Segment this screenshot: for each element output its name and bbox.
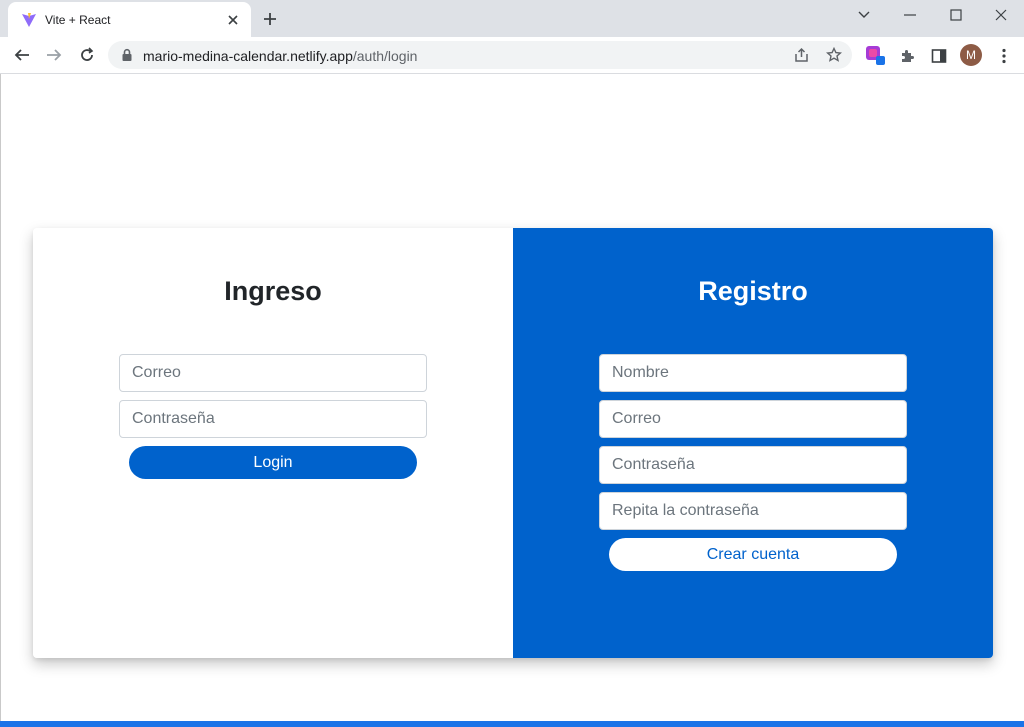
vite-logo-icon (22, 13, 36, 27)
login-button[interactable]: Login (129, 446, 417, 479)
register-panel: Registro Crear cuenta (513, 228, 993, 658)
tab-title: Vite + React (45, 13, 111, 27)
lock-icon[interactable] (120, 48, 134, 62)
tab-close-icon[interactable] (223, 10, 243, 30)
reload-icon[interactable] (73, 41, 101, 69)
taskbar-edge (0, 721, 1024, 727)
address-bar[interactable]: mario-medina-calendar.netlify.app/auth/l… (108, 41, 852, 69)
login-panel: Ingreso Login (33, 228, 513, 658)
extensions-puzzle-icon[interactable] (896, 45, 918, 67)
extension-app-icon[interactable] (864, 44, 886, 66)
create-account-button[interactable]: Crear cuenta (609, 538, 897, 571)
minimize-icon[interactable] (887, 0, 933, 30)
forward-icon[interactable] (40, 41, 68, 69)
register-password-input[interactable] (599, 446, 907, 484)
more-menu-icon[interactable] (993, 45, 1015, 67)
login-password-input[interactable] (119, 400, 427, 438)
maximize-icon[interactable] (933, 0, 979, 30)
url-path: /auth/login (352, 48, 418, 64)
register-name-input[interactable] (599, 354, 907, 392)
profile-avatar[interactable]: M (960, 44, 982, 66)
register-title: Registro (698, 276, 808, 306)
browser-tab[interactable]: Vite + React (8, 2, 251, 37)
register-email-input[interactable] (599, 400, 907, 438)
side-panel-icon[interactable] (928, 45, 950, 67)
register-password-repeat-input[interactable] (599, 492, 907, 530)
tab-search-icon[interactable] (841, 0, 887, 30)
share-icon[interactable] (792, 45, 812, 65)
back-icon[interactable] (8, 41, 36, 69)
browser-tabstrip: Vite + React (0, 0, 1024, 37)
new-tab-icon[interactable] (259, 8, 281, 30)
auth-card: Ingreso Login Registro Crear cuenta (33, 228, 993, 658)
bookmark-star-icon[interactable] (824, 45, 844, 65)
login-email-input[interactable] (119, 354, 427, 392)
browser-toolbar: mario-medina-calendar.netlify.app/auth/l… (0, 37, 1024, 74)
url-text[interactable]: mario-medina-calendar.netlify.app/auth/l… (143, 48, 417, 64)
login-title: Ingreso (224, 276, 322, 306)
close-window-icon[interactable] (978, 0, 1024, 30)
url-domain: mario-medina-calendar.netlify.app (143, 48, 353, 64)
